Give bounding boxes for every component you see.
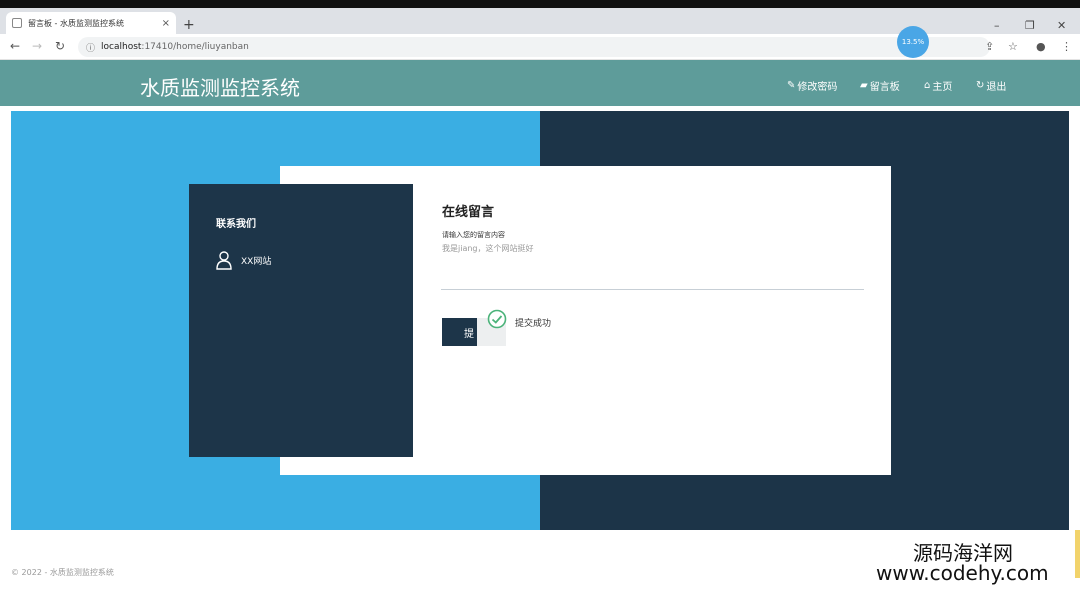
url-host: localhost [101,42,142,52]
chat-icon: ▰ [860,80,868,91]
edge-accent [1075,530,1080,578]
app-navbar: 水质监测监控系统 ✎ 修改密码 ▰ 留言板 ⌂ 主页 ↻ 退出 [0,60,1080,106]
nav-message-board[interactable]: ▰ 留言板 [860,78,900,93]
account-icon[interactable]: ● [1036,40,1046,53]
location-person-icon [216,251,232,270]
window-close-icon[interactable]: ✕ [1057,19,1066,32]
pencil-icon: ✎ [787,80,796,91]
success-toast: 提交成功 [477,306,601,350]
browser-menu-icon[interactable]: ⋮ [1061,40,1072,53]
contact-heading: 联系我们 [216,219,256,230]
address-bar[interactable]: ⓘ localhost:17410/home/liuyanban [78,37,990,57]
nav-home-label: 主页 [932,82,953,93]
contact-site-label: XX网站 [241,256,272,267]
nav-logout-label: 退出 [986,82,1007,93]
toast-message: 提交成功 [515,319,552,329]
reload-icon[interactable]: ↻ [55,39,65,53]
share-icon[interactable]: ⇪ [985,40,994,53]
tab-close-icon[interactable]: × [162,18,170,29]
form-title: 在线留言 [442,205,495,220]
window-maximize-icon[interactable]: ❐ [1025,19,1035,32]
site-info-icon[interactable]: ⓘ [86,41,95,54]
app-title[interactable]: 水质监测监控系统 [140,72,300,101]
home-icon: ⌂ [924,80,931,91]
browser-tab[interactable]: 留言板 - 水质监测监控系统 × [6,12,176,34]
message-field-label: 请输入您的留言内容 [442,231,505,239]
screen-top-strip [0,0,1080,8]
window-minimize-icon[interactable]: – [994,19,1000,32]
forward-arrow-icon[interactable]: → [32,39,42,53]
page-favicon-icon [12,18,22,28]
contact-panel: 联系我们 XX网站 [189,184,413,457]
contact-site-row: XX网站 [215,250,271,270]
message-field-underline [441,289,864,290]
bookmark-star-icon[interactable]: ☆ [1008,40,1018,53]
refresh-icon: ↻ [976,80,985,91]
new-tab-icon[interactable]: + [183,18,195,32]
nav-change-password-label: 修改密码 [797,82,838,93]
nav-change-password[interactable]: ✎ 修改密码 [787,78,837,93]
nav-message-board-label: 留言板 [869,82,900,93]
footer-copyright: © 2022 - 水质监测监控系统 [11,568,114,577]
check-circle-icon [487,309,507,329]
nav-logout[interactable]: ↻ 退出 [976,78,1006,93]
back-arrow-icon[interactable]: ← [10,39,20,53]
message-field-value[interactable]: 我是jiang，这个网站挺好 [442,243,534,254]
profile-bubble[interactable]: 13.5% [897,26,929,58]
nav-home[interactable]: ⌂ 主页 [924,78,952,93]
tab-title: 留言板 - 水质监测监控系统 [28,18,124,28]
watermark-url: www.codehy.com [876,561,1049,585]
url-path: :17410/home/liuyanban [141,42,249,52]
